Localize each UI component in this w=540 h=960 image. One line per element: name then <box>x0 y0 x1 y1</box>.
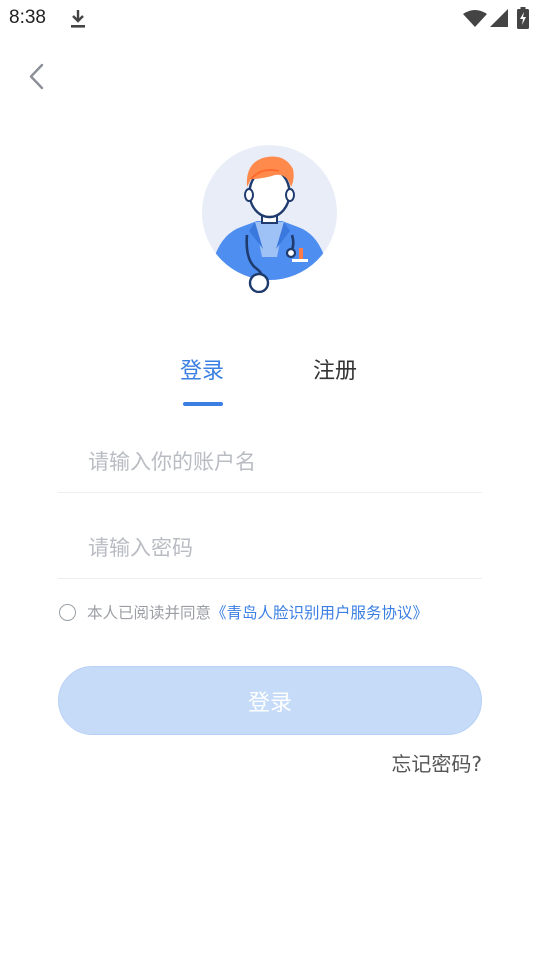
account-field-row <box>58 433 482 493</box>
password-input[interactable] <box>88 525 468 571</box>
tab-active-indicator <box>183 402 223 406</box>
avatar <box>201 145 338 294</box>
login-button[interactable]: 登录 <box>58 666 482 735</box>
download-icon <box>71 10 85 28</box>
battery-charging-icon <box>517 7 529 29</box>
status-bar: 8:38 <box>0 0 540 40</box>
account-input[interactable] <box>88 439 468 485</box>
tab-register[interactable]: 注册 <box>313 356 357 388</box>
forgot-password-link[interactable]: 忘记密码? <box>391 748 482 777</box>
back-button[interactable] <box>22 60 54 94</box>
signal-icon <box>490 9 508 27</box>
agreement-row: 本人已阅读并同意 《青岛人脸识别用户服务协议》 <box>59 600 428 624</box>
agreement-radio[interactable] <box>59 603 76 621</box>
agreement-link[interactable]: 《青岛人脸识别用户服务协议》 <box>211 601 428 623</box>
tab-login[interactable]: 登录 <box>180 356 224 388</box>
wifi-icon <box>463 10 487 27</box>
password-field-row <box>58 519 482 579</box>
status-time: 8:38 <box>9 7 46 28</box>
agreement-text: 本人已阅读并同意 <box>87 604 212 622</box>
chevron-left-icon <box>29 63 44 90</box>
